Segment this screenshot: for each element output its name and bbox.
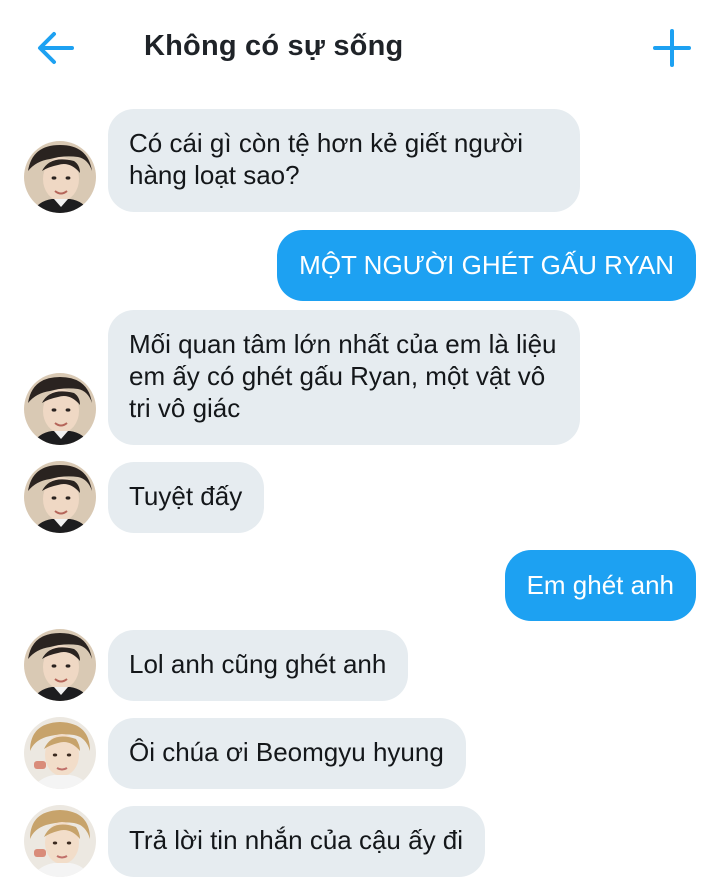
plus-icon	[653, 29, 691, 67]
avatar[interactable]	[24, 629, 96, 701]
add-button[interactable]	[650, 26, 694, 70]
back-button[interactable]	[34, 28, 78, 68]
avatar-boy-image	[24, 629, 96, 701]
avatar[interactable]	[24, 461, 96, 533]
message-bubble-incoming[interactable]: Lol anh cũng ghét anh	[108, 630, 409, 701]
avatar-boy-image	[24, 141, 96, 213]
avatar-boy-image	[24, 461, 96, 533]
avatar-blond-image	[24, 717, 96, 789]
message-bubble-incoming[interactable]: Trả lời tin nhắn của cậu ấy đi	[108, 806, 486, 877]
avatar[interactable]	[24, 141, 96, 213]
message-bubble-incoming[interactable]: Có cái gì còn tệ hơn kẻ giết người hàng …	[108, 109, 580, 212]
avatar[interactable]	[24, 373, 96, 445]
message-bubble-outgoing[interactable]: MỘT NGƯỜI GHÉT GẤU RYAN	[277, 230, 696, 301]
avatar-blond-image	[24, 805, 96, 877]
message-bubble-incoming[interactable]: Mối quan tâm lớn nhất của em là liệu em …	[108, 310, 580, 445]
message-bubble-outgoing[interactable]: Em ghét anh	[504, 550, 696, 621]
message-bubble-incoming[interactable]: Tuyệt đấy	[108, 462, 265, 533]
conversation-title: Không có sự sống	[144, 30, 404, 62]
message-bubble-incoming[interactable]: Ôi chúa ơi Beomgyu hyung	[108, 718, 466, 789]
avatar[interactable]	[24, 805, 96, 877]
arrow-left-icon	[38, 32, 74, 64]
avatar-boy-image	[24, 373, 96, 445]
conversation-header: Không có sự sống	[0, 0, 720, 96]
avatar[interactable]	[24, 717, 96, 789]
